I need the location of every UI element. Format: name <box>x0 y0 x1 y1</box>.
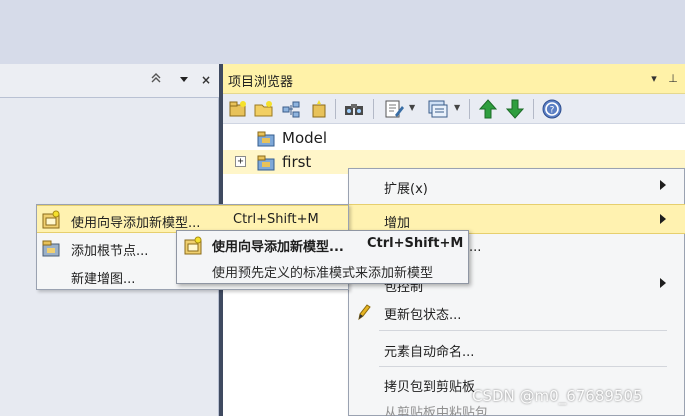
tree-node-label: Model <box>282 129 328 147</box>
project-browser-title: 项目浏览器 <box>228 75 294 90</box>
menu-item-label: 更新包状态... <box>384 308 462 323</box>
chevron-down-icon[interactable] <box>176 72 192 88</box>
project-browser-title-bar: 项目浏览器 ▾ ⊥ <box>223 64 685 94</box>
tooltip-description: 使用预先定义的标准模式来添加新模型 <box>212 266 434 281</box>
new-folder-icon[interactable] <box>253 98 275 120</box>
menu-item-label: 元素自动命名... <box>384 345 475 360</box>
tooltip-title: 使用向导添加新模型... <box>212 240 344 255</box>
menu-item-label: 扩展(x) <box>384 182 428 197</box>
toolbar-separator <box>335 99 336 119</box>
submenu-arrow-icon <box>660 214 666 224</box>
edit-icon[interactable] <box>383 98 405 120</box>
left-panel-header: × <box>0 64 219 98</box>
move-down-icon[interactable] <box>504 98 526 120</box>
toolbar-separator <box>373 99 374 119</box>
submenu-arrow-icon <box>660 180 666 190</box>
menu-item-label: 增加 <box>384 216 411 231</box>
new-package-icon[interactable] <box>227 98 249 120</box>
pin-icon[interactable]: ⊥ <box>666 71 680 87</box>
window-dropdown-icon[interactable]: ▾ <box>647 71 661 87</box>
tree-node-model[interactable]: Model <box>223 126 685 150</box>
move-up-icon[interactable] <box>477 98 499 120</box>
menu-separator <box>379 366 667 367</box>
submenu-item-label: 添加根节点... <box>71 244 149 259</box>
context-menu: 扩展(x) 增加 ... 包控制 更新包状态... 元素自动命名... 拷贝包到… <box>348 168 685 416</box>
submenu-item-add-model-wizard[interactable]: 使用向导添加新模型... Ctrl+Shift+M <box>37 205 348 233</box>
tooltip-shortcut: Ctrl+Shift+M <box>367 236 464 251</box>
pencil-icon <box>357 303 371 321</box>
tree-node-label: first <box>282 153 312 171</box>
toolbar-separator <box>533 99 534 119</box>
wizard-model-icon <box>183 236 203 256</box>
watermark: CSDN @m0_67689505 <box>472 387 643 405</box>
submenu-arrow-icon <box>660 278 666 288</box>
shortcut-label: Ctrl+Shift+M <box>233 212 319 227</box>
wizard-model-icon <box>41 210 61 230</box>
toolbar-separator <box>469 99 470 119</box>
edit-dropdown-icon[interactable]: ▼ <box>409 103 415 112</box>
package-icon <box>257 153 275 171</box>
root-node-icon <box>41 238 61 258</box>
double-chevron-up-icon[interactable] <box>148 72 164 88</box>
package-icon <box>257 129 275 147</box>
submenu-item-label: 使用向导添加新模型... <box>71 216 201 231</box>
view-dropdown-icon[interactable]: ▼ <box>454 103 460 112</box>
view-icon[interactable] <box>427 98 449 120</box>
close-icon[interactable]: × <box>198 72 214 88</box>
menu-item-extensions[interactable]: 扩展(x) <box>349 171 685 201</box>
new-element-icon[interactable] <box>308 98 330 120</box>
top-workspace-band <box>0 0 685 64</box>
menu-item-label: 拷贝包到剪贴板 <box>384 380 476 395</box>
tree-expand-toggle[interactable]: + <box>235 156 246 167</box>
menu-item-auto-naming[interactable]: 元素自动命名... <box>349 334 685 364</box>
new-diagram-icon[interactable] <box>281 98 303 120</box>
menu-separator <box>379 330 667 331</box>
menu-item-label: ... <box>469 240 482 255</box>
submenu-item-label: 新建增图... <box>71 272 136 287</box>
svg-text:?: ? <box>550 106 555 116</box>
project-browser-toolbar: ▼ ▼ ? <box>223 94 685 124</box>
menu-item-update-package-status[interactable]: 更新包状态... <box>349 297 685 327</box>
help-icon[interactable]: ? <box>541 98 563 120</box>
find-icon[interactable] <box>343 98 365 120</box>
tooltip: 使用向导添加新模型... Ctrl+Shift+M 使用预先定义的标准模式来添加… <box>176 230 469 284</box>
